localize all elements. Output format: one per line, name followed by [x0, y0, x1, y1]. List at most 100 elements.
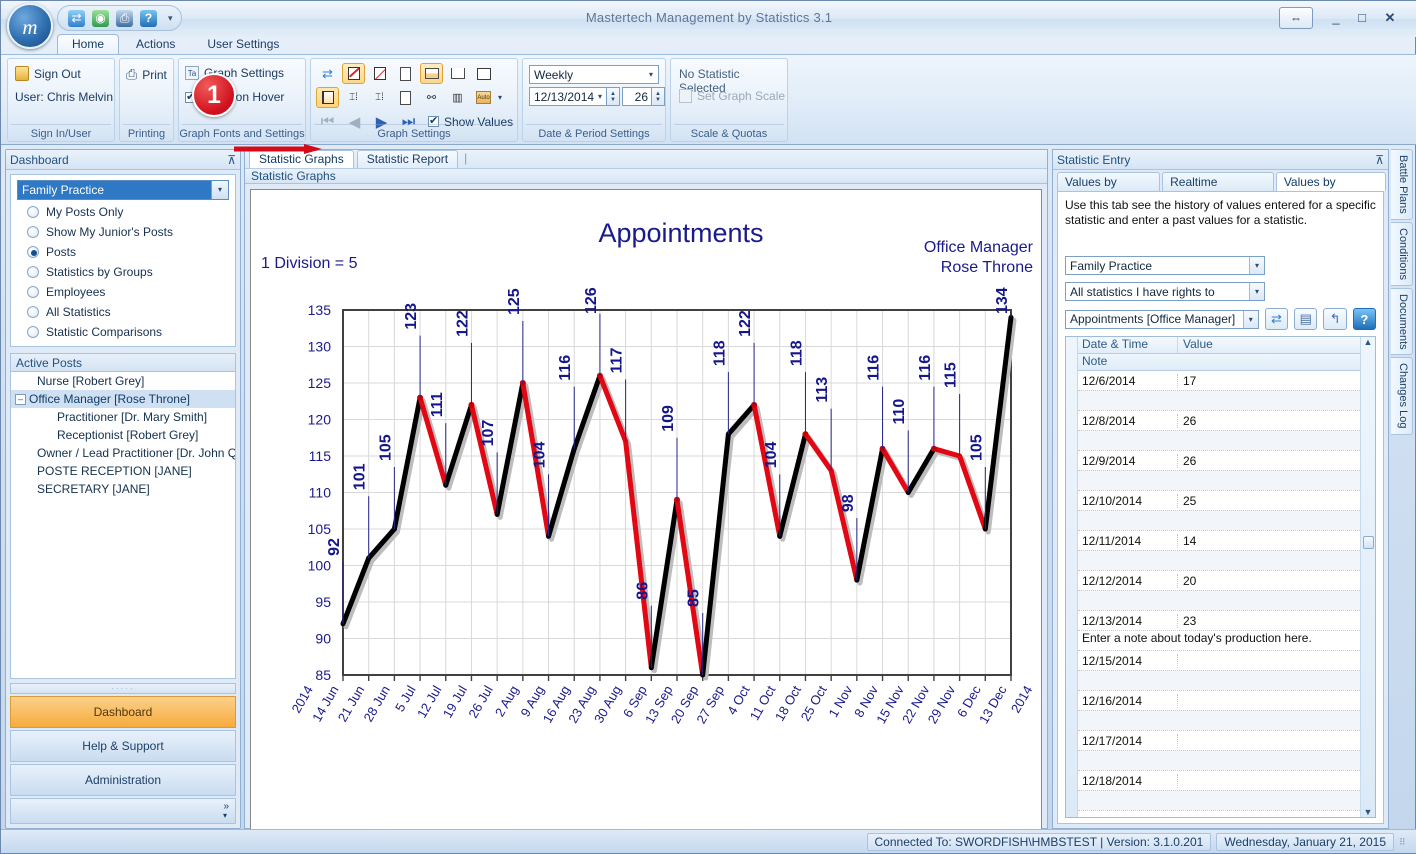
values-grid[interactable]: Date & Time Value Note 12/6/2014 17 12/8/2… — [1065, 336, 1376, 818]
scroll-up-icon[interactable]: ▲ — [1364, 337, 1373, 347]
pin-icon[interactable]: ⊼ — [1375, 153, 1384, 167]
post-list-item[interactable]: – Office Manager [Rose Throne] — [11, 390, 235, 408]
set-graph-scale-button[interactable]: Set Graph Scale — [679, 89, 785, 103]
side-tab-changes-log[interactable]: Changes Log — [1391, 357, 1413, 435]
practice-combo[interactable]: Family Practice ▾ — [17, 180, 229, 200]
restore-down-icon[interactable]: ⇔ — [1279, 7, 1313, 29]
post-list-item[interactable]: Nurse [Robert Grey] — [11, 372, 235, 390]
show-values-checkbox[interactable]: Show Values — [428, 114, 513, 129]
cell-date[interactable]: 12/6/2014 — [1078, 373, 1178, 388]
tab-statistic-report[interactable]: Statistic Report — [356, 150, 459, 168]
clear-graph-icon[interactable] — [394, 87, 417, 108]
side-tab-conditions[interactable]: Conditions — [1391, 221, 1413, 286]
grid-row[interactable]: 12/13/2014 23 Enter a note about today's p… — [1078, 611, 1360, 651]
grid-row[interactable]: 12/15/2014 — [1078, 651, 1360, 691]
cell-date[interactable]: 12/16/2014 — [1078, 693, 1178, 708]
chevron-down-icon[interactable]: ▾ — [498, 93, 502, 102]
filter-option-1[interactable]: Show My Junior's Posts — [11, 222, 235, 242]
cell-date[interactable]: 12/11/2014 — [1078, 533, 1178, 548]
cell-note[interactable] — [1078, 790, 1360, 810]
nav-more-button[interactable]: » ▾ — [10, 798, 236, 824]
fit-page-icon[interactable] — [472, 63, 495, 84]
pin-icon[interactable]: ⊼ — [227, 153, 236, 167]
nav-button-dashboard[interactable]: Dashboard — [10, 696, 236, 728]
cell-date[interactable]: 12/18/2014 — [1078, 773, 1178, 788]
grid-row[interactable]: 12/11/2014 14 — [1078, 531, 1360, 571]
cell-note[interactable] — [1078, 470, 1360, 490]
cell-date[interactable]: 12/15/2014 — [1078, 653, 1178, 668]
fit-width-icon[interactable] — [446, 63, 469, 84]
save-icon[interactable]: ▤ — [1294, 308, 1318, 330]
cell-value[interactable]: 26 — [1178, 454, 1360, 468]
grid-row[interactable]: 12/16/2014 — [1078, 691, 1360, 731]
active-posts-list[interactable]: Nurse [Robert Grey] – Office Manager [Rose… — [10, 372, 236, 679]
ribbon-tab-home[interactable]: Home — [57, 34, 120, 54]
page-landscape-icon[interactable] — [420, 63, 443, 84]
no-line-graph-icon[interactable] — [368, 63, 391, 84]
left-axis-labels-icon[interactable]: ⌶⁞ — [342, 87, 365, 108]
refresh-icon[interactable]: ⇄ — [1264, 308, 1289, 330]
grid-row[interactable]: 12/10/2014 25 — [1078, 491, 1360, 531]
column-header-date[interactable]: Date & Time — [1078, 337, 1178, 353]
filter-option-6[interactable]: Statistic Comparisons — [11, 322, 235, 342]
cell-note[interactable] — [1078, 510, 1360, 530]
cell-note[interactable] — [1078, 670, 1360, 690]
cell-date[interactable]: 12/9/2014 — [1078, 453, 1178, 468]
cell-note[interactable] — [1078, 590, 1360, 610]
side-tab-documents[interactable]: Documents — [1391, 287, 1413, 356]
line-graph-icon[interactable] — [342, 63, 365, 84]
post-list-item[interactable]: SECRETARY [JANE] — [11, 480, 235, 498]
cell-date[interactable]: 12/10/2014 — [1078, 493, 1178, 508]
print-icon[interactable]: ⎙ — [116, 9, 133, 27]
count-input[interactable]: 26 — [622, 87, 652, 106]
cell-value[interactable]: 25 — [1178, 494, 1360, 508]
scroll-down-icon[interactable]: ▼ — [1364, 807, 1373, 817]
close-button[interactable]: ✕ — [1379, 9, 1401, 27]
ribbon-tab-user-settings[interactable]: User Settings — [192, 34, 294, 54]
post-list-item[interactable]: Practitioner [Dr. Mary Smith] — [11, 408, 235, 426]
period-combo[interactable]: Weekly ▾ — [529, 65, 659, 84]
cell-value[interactable]: 23 — [1178, 614, 1360, 628]
cell-note[interactable] — [1078, 710, 1360, 730]
qat-dropdown-icon[interactable]: ▾ — [168, 13, 173, 24]
grid-row[interactable]: 12/8/2014 26 — [1078, 411, 1360, 451]
grid-scrollbar[interactable]: ▲ ▼ — [1360, 337, 1375, 817]
collapse-icon[interactable]: – — [15, 394, 26, 405]
cell-value[interactable]: 17 — [1178, 374, 1360, 388]
filter-option-2[interactable]: Posts — [11, 242, 235, 262]
nav-button-administration[interactable]: Administration — [10, 764, 236, 796]
refresh-icon[interactable]: ⇄ — [68, 9, 85, 27]
grid-row[interactable]: 12/18/2014 — [1078, 771, 1360, 811]
ribbon-tab-actions[interactable]: Actions — [121, 34, 190, 54]
right-axis-labels-icon[interactable]: ⌶⁞ — [368, 87, 391, 108]
auto-scale-icon[interactable]: Auto — [472, 87, 495, 108]
maximize-button[interactable]: □ — [1351, 9, 1373, 27]
count-spinner[interactable]: ▲ ▼ — [652, 87, 665, 106]
cell-note[interactable]: Enter a note about today's production he… — [1078, 630, 1360, 650]
cell-date[interactable]: 12/12/2014 — [1078, 573, 1178, 588]
post-list-item[interactable]: Owner / Lead Practitioner [Dr. John Que] — [11, 444, 235, 462]
filter-option-0[interactable]: My Posts Only — [11, 202, 235, 222]
tab-values-by-period[interactable]: Values by Period — [1057, 172, 1161, 207]
practice-combo-right[interactable]: Family Practice ▾ — [1065, 256, 1265, 275]
column-header-value[interactable]: Value — [1178, 337, 1360, 353]
cell-value[interactable]: 14 — [1178, 534, 1360, 548]
cell-note[interactable] — [1078, 750, 1360, 770]
multi-axis-icon[interactable]: ▥ — [446, 87, 469, 108]
statistic-combo[interactable]: Appointments [Office Manager] ▾ — [1065, 309, 1259, 329]
globe-icon[interactable]: ◉ — [92, 9, 109, 27]
cell-value[interactable]: 20 — [1178, 574, 1360, 588]
grid-row[interactable]: 12/6/2014 17 — [1078, 371, 1360, 411]
cell-date[interactable]: 12/8/2014 — [1078, 413, 1178, 428]
cell-note[interactable] — [1078, 550, 1360, 570]
nav-button-help-support[interactable]: Help & Support — [10, 730, 236, 762]
page-portrait-icon[interactable] — [394, 63, 417, 84]
help-icon[interactable]: ? — [140, 9, 157, 27]
post-list-item[interactable]: Receptionist [Robert Grey] — [11, 426, 235, 444]
date-spinner[interactable]: ▲ ▼ — [607, 87, 620, 106]
cell-value[interactable]: 26 — [1178, 414, 1360, 428]
filter-option-5[interactable]: All Statistics — [11, 302, 235, 322]
application-orb-button[interactable]: m — [7, 3, 53, 49]
date-input[interactable]: 12/13/2014 ▾ — [529, 87, 607, 106]
rights-combo[interactable]: All statistics I have rights to ▾ — [1065, 282, 1265, 301]
